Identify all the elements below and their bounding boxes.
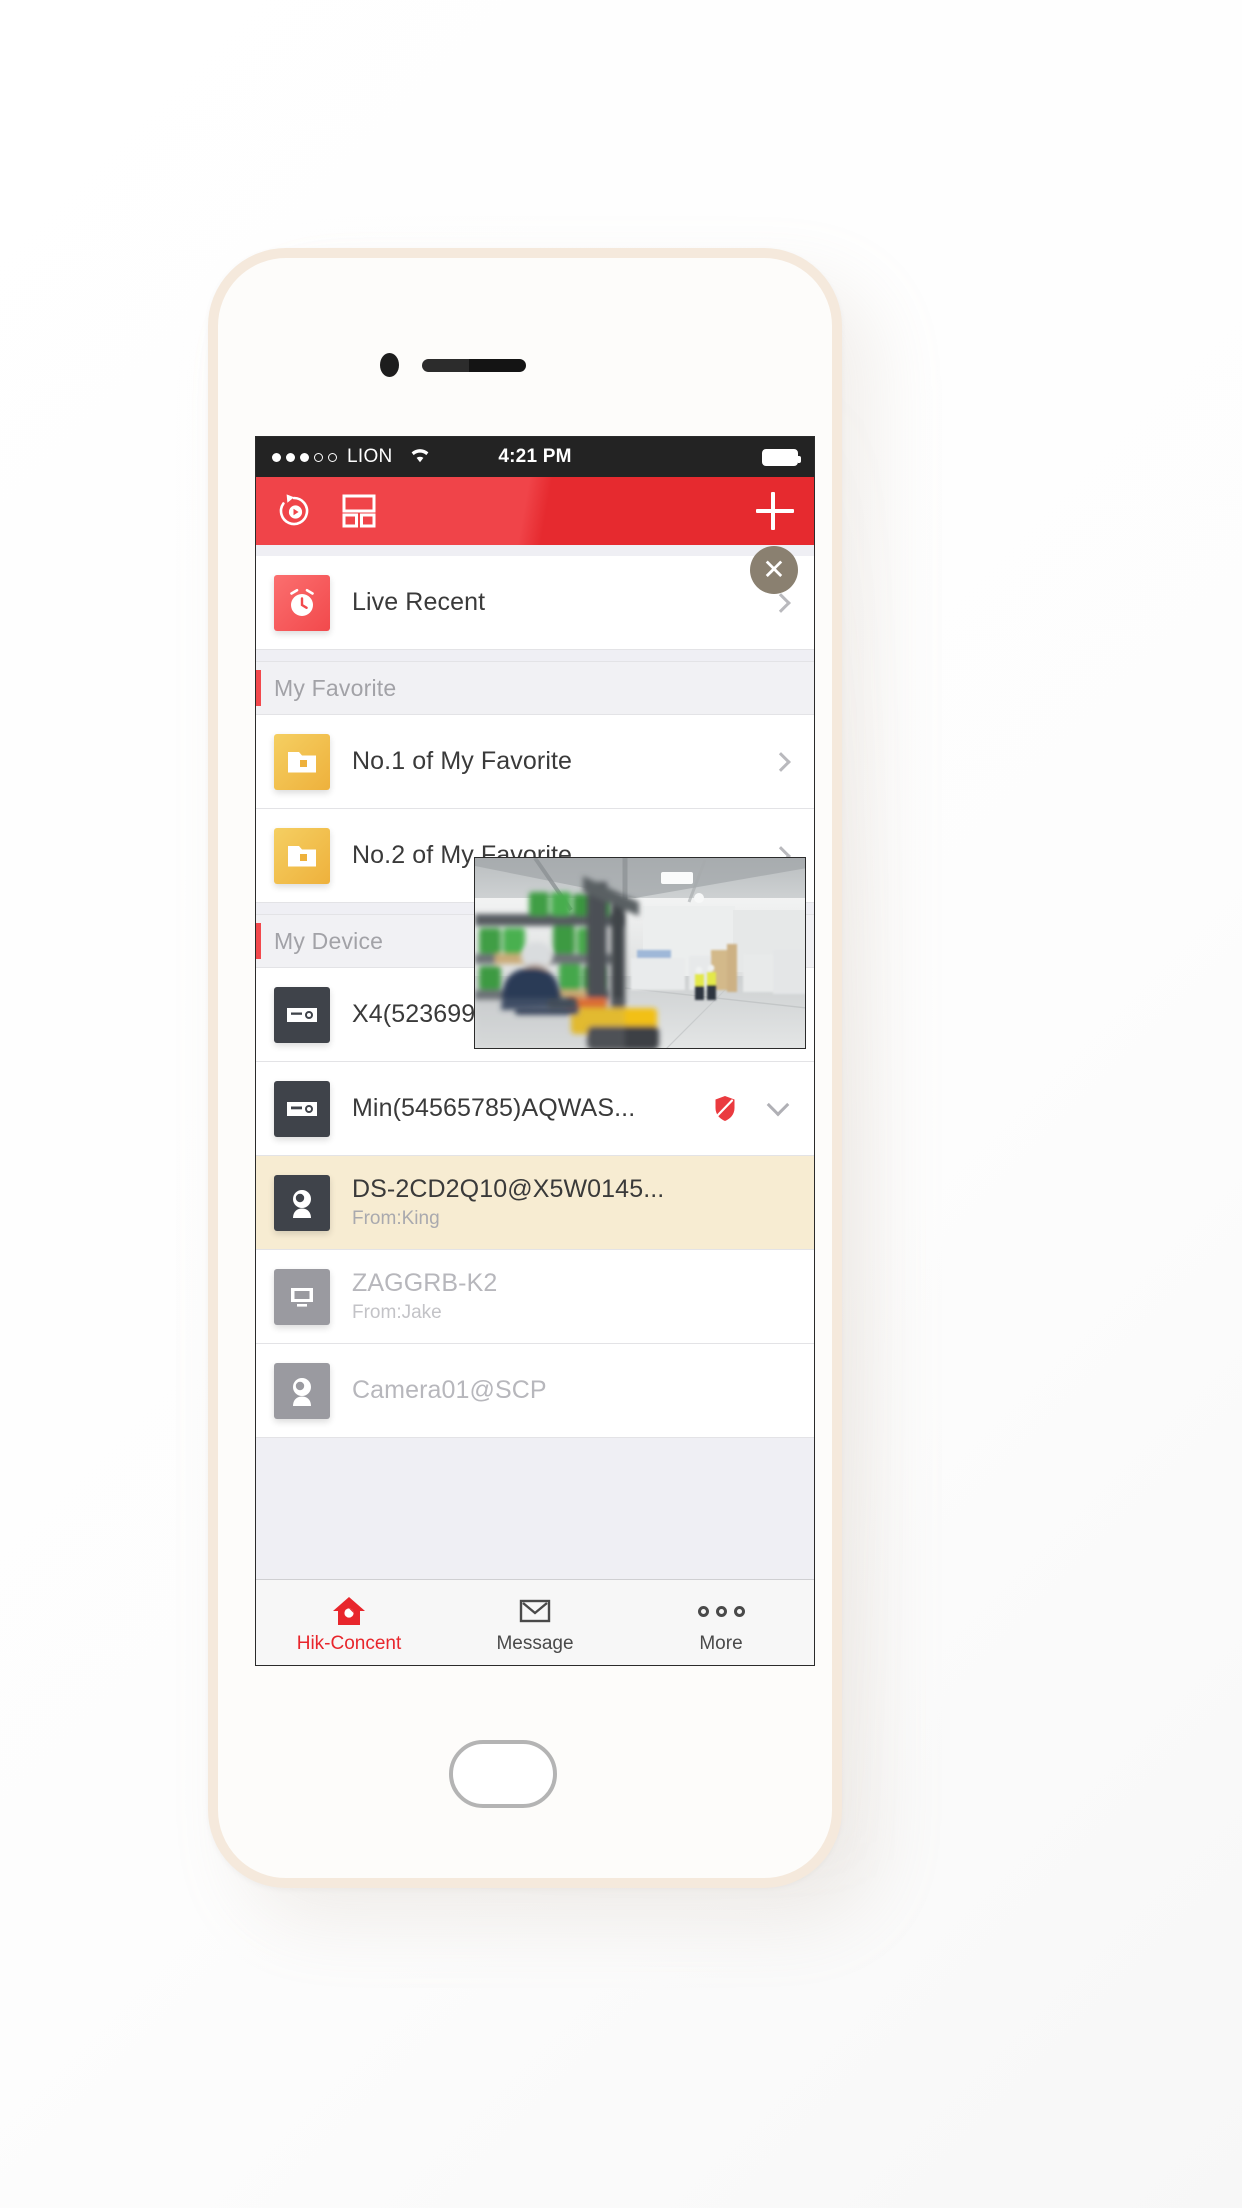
- nvr-device-icon: [274, 986, 330, 1043]
- device-ds2cd2q10-text: DS-2CD2Q10@X5W0145... From:King: [352, 1175, 796, 1230]
- list-item-title: Min(54565785)AQWAS...: [352, 1094, 636, 1122]
- screenshot-canvas: LION 4:21 PM Live Recent My Favorite No.…: [0, 0, 1242, 2208]
- live-view-preview[interactable]: [474, 857, 806, 1049]
- list-gap: [256, 650, 814, 661]
- device-list: Live Recent My Favorite No.1 of My Favor…: [256, 545, 814, 1665]
- earpiece-speaker: [422, 359, 526, 372]
- chevron-right-icon: [771, 592, 791, 613]
- close-preview-button[interactable]: ✕: [750, 546, 798, 594]
- monitor-icon: [274, 1268, 330, 1325]
- list-item-device-ds2cd2q10[interactable]: DS-2CD2Q10@X5W0145... From:King: [256, 1156, 814, 1250]
- list-top-gap: [256, 545, 814, 556]
- list-item-title: DS-2CD2Q10@X5W0145...: [352, 1175, 665, 1203]
- list-item-subtitle: From:Jake: [352, 1302, 442, 1323]
- wifi-icon: [408, 446, 432, 469]
- phone-device-frame: LION 4:21 PM Live Recent My Favorite No.…: [208, 248, 842, 1888]
- close-icon: ✕: [762, 554, 786, 585]
- list-item-title: Camera01@SCP: [352, 1376, 547, 1404]
- layout-grid-icon[interactable]: [340, 492, 378, 530]
- status-bar-left: LION: [272, 446, 432, 469]
- more-dots-icon: [628, 1592, 814, 1630]
- tab-hik-concent[interactable]: Hik-Concent: [256, 1592, 442, 1655]
- navigation-bar: [256, 477, 814, 545]
- live-recent-text: Live Recent: [352, 588, 774, 617]
- front-camera: [380, 353, 399, 377]
- tab-more[interactable]: More: [628, 1592, 814, 1655]
- tab-message[interactable]: Message: [442, 1592, 628, 1655]
- home-button[interactable]: [449, 1740, 557, 1808]
- status-bar-right: [762, 448, 801, 466]
- camera-icon: [274, 1174, 330, 1231]
- shield-disarmed-icon[interactable]: [714, 1095, 736, 1122]
- status-bar: LION 4:21 PM: [256, 437, 814, 477]
- list-item-device-camera01[interactable]: Camera01@SCP: [256, 1344, 814, 1438]
- home-icon: [256, 1592, 442, 1630]
- device-camera01-text: Camera01@SCP: [352, 1376, 796, 1405]
- tab-label: Message: [496, 1633, 574, 1654]
- device-zaggrb-text: ZAGGRB-K2 From:Jake: [352, 1269, 796, 1324]
- navbar-left-actions: [274, 491, 378, 531]
- section-header-my-favorite: My Favorite: [256, 661, 814, 715]
- list-item-subtitle: From:King: [352, 1208, 440, 1229]
- nvr-device-icon: [274, 1080, 330, 1137]
- tab-label: More: [699, 1633, 743, 1654]
- tab-label: Hik-Concent: [296, 1633, 402, 1654]
- folder-icon: [274, 733, 330, 790]
- list-item-title: Live Recent: [352, 588, 486, 616]
- carrier-label: LION: [347, 446, 393, 467]
- camera-icon: [274, 1362, 330, 1419]
- signal-strength-icon: [272, 452, 337, 462]
- favorite-1-text: No.1 of My Favorite: [352, 747, 774, 776]
- chevron-down-icon[interactable]: [766, 1093, 790, 1117]
- list-item-device-min[interactable]: Min(54565785)AQWAS...: [256, 1062, 814, 1156]
- chevron-right-icon: [771, 751, 791, 772]
- list-item-live-recent[interactable]: Live Recent: [256, 556, 814, 650]
- alarm-clock-icon: [274, 574, 330, 631]
- folder-icon: [274, 827, 330, 884]
- list-item-favorite-1[interactable]: No.1 of My Favorite: [256, 715, 814, 809]
- device-min-text: Min(54565785)AQWAS...: [352, 1094, 714, 1123]
- envelope-icon: [442, 1592, 628, 1630]
- bottom-tab-bar: Hik-Concent Message More: [256, 1579, 814, 1665]
- history-replay-icon[interactable]: [274, 491, 314, 531]
- battery-full-icon: [762, 448, 801, 466]
- section-label: My Device: [274, 927, 384, 954]
- add-device-button[interactable]: [754, 490, 796, 532]
- list-item-title: No.1 of My Favorite: [352, 747, 573, 775]
- list-item-device-zaggrb[interactable]: ZAGGRB-K2 From:Jake: [256, 1250, 814, 1344]
- list-item-title: ZAGGRB-K2: [352, 1269, 498, 1297]
- section-label: My Favorite: [274, 674, 397, 701]
- phone-screen: LION 4:21 PM Live Recent My Favorite No.…: [255, 436, 815, 1666]
